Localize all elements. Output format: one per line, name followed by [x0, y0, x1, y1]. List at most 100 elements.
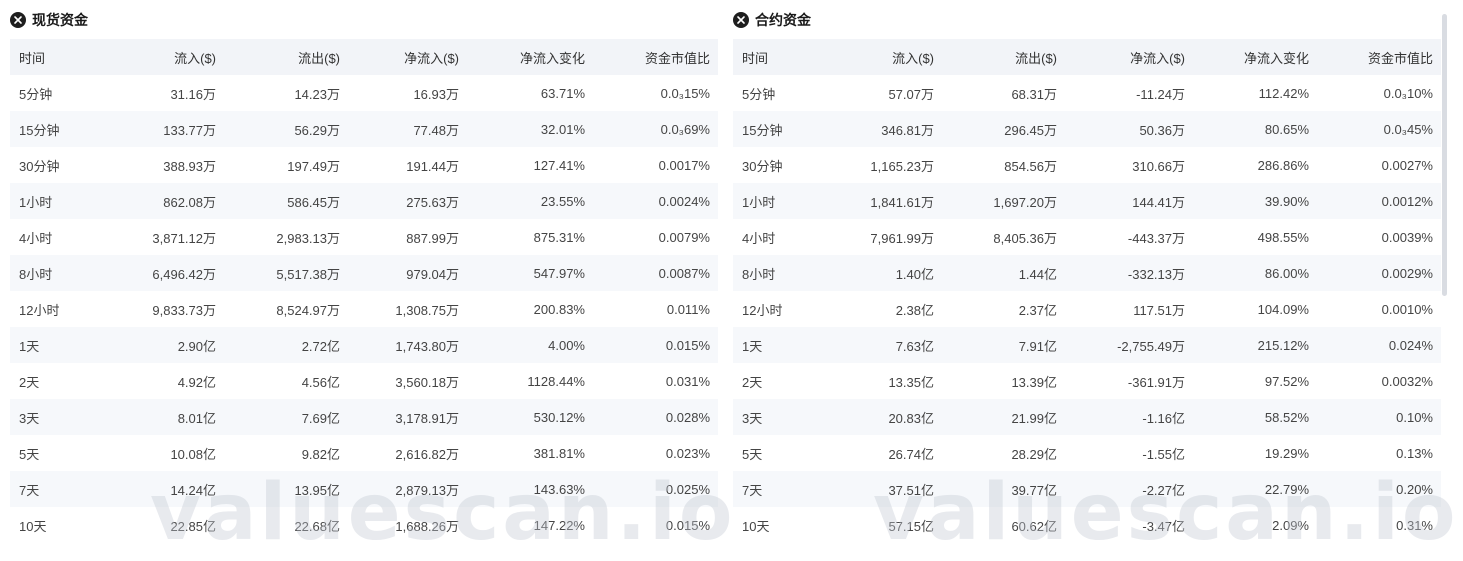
market-cap-ratio-cell: 0.0017% [658, 157, 710, 173]
net-inflow-cell: 1,308.75万 [395, 302, 459, 318]
outflow-cell: 586.45万 [287, 194, 340, 210]
time-cell: 1天 [742, 338, 763, 354]
inflow-cell: 862.08万 [163, 194, 216, 210]
close-circle-icon[interactable] [733, 12, 749, 28]
time-cell: 4小时 [742, 230, 776, 246]
market-cap-ratio-cell: 0.13% [1396, 445, 1433, 461]
net-inflow-cell: -11.24万 [1136, 86, 1185, 102]
market-cap-ratio-cell: 0.0₃45% [1383, 121, 1433, 137]
time-cell: 5天 [742, 446, 763, 462]
inflow-cell: 346.81万 [881, 122, 934, 138]
net-change-cell: 63.71% [540, 85, 585, 101]
table-row: 5分钟 31.16万 14.23万 16.93万 63.71% 0.0₃15% [10, 75, 718, 111]
net-change-cell: 875.31% [533, 229, 585, 245]
market-cap-ratio-cell: 0.0027% [1381, 157, 1433, 173]
inflow-cell: 57.15亿 [888, 518, 934, 534]
net-change-cell: 58.52% [1264, 409, 1309, 425]
outflow-cell: 21.99亿 [1011, 410, 1057, 426]
market-cap-ratio-cell: 0.0079% [658, 229, 710, 245]
outflow-cell: 2.72亿 [301, 338, 340, 354]
market-cap-ratio-cell: 0.0087% [658, 265, 710, 281]
market-cap-ratio-cell: 0.31% [1396, 517, 1433, 533]
inflow-cell: 22.85亿 [170, 518, 216, 534]
time-cell: 5分钟 [742, 86, 776, 102]
inflow-cell: 31.16万 [170, 86, 216, 102]
market-cap-ratio-cell: 0.0010% [1381, 301, 1433, 317]
time-cell: 12小时 [742, 302, 783, 318]
spot-funds-panel: 现货资金 时间 流入($) 流出($) 净流入($) 净流入变化 资金市值比 5分钟 31.… [10, 8, 718, 543]
market-cap-ratio-cell: 0.015% [665, 517, 710, 533]
net-change-cell: 86.00% [1264, 265, 1309, 281]
spot-panel-title: 现货资金 [32, 12, 88, 28]
table-row: 1小时 862.08万 586.45万 275.63万 23.55% 0.0024% [10, 183, 718, 219]
time-cell: 1小时 [742, 194, 776, 210]
outflow-cell: 1,697.20万 [993, 194, 1057, 210]
table-row: 4小时 3,871.12万 2,983.13万 887.99万 875.31% 0.007… [10, 219, 718, 255]
time-cell: 3天 [19, 410, 40, 426]
net-change-cell: 19.29% [1264, 445, 1309, 461]
time-cell: 5分钟 [19, 86, 53, 102]
market-cap-ratio-cell: 0.0₃69% [660, 121, 710, 137]
table-row: 1天 2.90亿 2.72亿 1,743.80万 4.00% 0.015% [10, 327, 718, 363]
inflow-cell: 37.51亿 [888, 482, 934, 498]
inflow-cell: 4.92亿 [177, 374, 216, 390]
table-row: 15分钟 133.77万 56.29万 77.48万 32.01% 0.0₃69% [10, 111, 718, 147]
net-change-cell: 80.65% [1264, 121, 1309, 137]
time-cell: 8小时 [742, 266, 776, 282]
inflow-cell: 7,961.99万 [870, 230, 934, 246]
table-row: 7天 14.24亿 13.95亿 2,879.13万 143.63% 0.025% [10, 471, 718, 507]
inflow-cell: 14.24亿 [170, 482, 216, 498]
outflow-cell: 2,983.13万 [276, 230, 340, 246]
net-inflow-cell: 1,743.80万 [395, 338, 459, 354]
vertical-scrollbar[interactable] [1442, 14, 1447, 296]
net-inflow-cell: 3,560.18万 [395, 374, 459, 390]
inflow-cell: 2.90亿 [177, 338, 216, 354]
column-header: 时间 [19, 50, 46, 66]
net-inflow-cell: 77.48万 [413, 122, 459, 138]
inflow-cell: 1,165.23万 [870, 158, 934, 174]
table-header-row: 时间 流入($) 流出($) 净流入($) 净流入变化 资金市值比 [10, 39, 718, 75]
net-inflow-cell: -1.16亿 [1142, 410, 1185, 426]
inflow-cell: 13.35亿 [888, 374, 934, 390]
net-inflow-cell: -361.91万 [1127, 374, 1185, 390]
net-change-cell: 2.09% [1272, 517, 1309, 533]
table-row: 1小时 1,841.61万 1,697.20万 144.41万 39.90% 0.0012… [733, 183, 1441, 219]
net-change-cell: 104.09% [1257, 301, 1309, 317]
inflow-cell: 26.74亿 [888, 446, 934, 462]
market-cap-ratio-cell: 0.011% [666, 301, 710, 317]
table-row: 1天 7.63亿 7.91亿 -2,755.49万 215.12% 0.024% [733, 327, 1441, 363]
table-row: 30分钟 388.93万 197.49万 191.44万 127.41% 0.0017% [10, 147, 718, 183]
inflow-cell: 57.07万 [888, 86, 934, 102]
column-header: 净流入($) [1130, 50, 1185, 66]
market-cap-ratio-cell: 0.031% [665, 373, 710, 389]
market-cap-ratio-cell: 0.023% [665, 445, 710, 461]
time-cell: 15分钟 [19, 122, 60, 138]
outflow-cell: 13.95亿 [294, 482, 340, 498]
net-inflow-cell: 3,178.91万 [395, 410, 459, 426]
table-row: 2天 4.92亿 4.56亿 3,560.18万 1128.44% 0.031% [10, 363, 718, 399]
net-inflow-cell: -3.47亿 [1142, 518, 1185, 534]
net-inflow-cell: -1.55亿 [1142, 446, 1185, 462]
time-cell: 10天 [742, 518, 770, 534]
market-cap-ratio-cell: 0.0₃15% [660, 85, 710, 101]
table-row: 5天 26.74亿 28.29亿 -1.55亿 19.29% 0.13% [733, 435, 1441, 471]
net-inflow-cell: 16.93万 [413, 86, 459, 102]
close-circle-icon[interactable] [10, 12, 26, 28]
time-cell: 4小时 [19, 230, 53, 246]
column-header: 净流入变化 [519, 50, 585, 66]
outflow-cell: 13.39亿 [1011, 374, 1057, 390]
time-cell: 3天 [742, 410, 763, 426]
table-row: 5分钟 57.07万 68.31万 -11.24万 112.42% 0.0₃10% [733, 75, 1441, 111]
time-cell: 7天 [742, 482, 763, 498]
inflow-cell: 6,496.42万 [152, 266, 216, 282]
net-inflow-cell: 144.41万 [1132, 194, 1185, 210]
net-change-cell: 22.79% [1264, 481, 1309, 497]
table-row: 3天 8.01亿 7.69亿 3,178.91万 530.12% 0.028% [10, 399, 718, 435]
inflow-cell: 20.83亿 [888, 410, 934, 426]
column-header: 净流入变化 [1243, 50, 1309, 66]
net-inflow-cell: 2,879.13万 [395, 482, 459, 498]
inflow-cell: 7.63亿 [895, 338, 934, 354]
contract-funds-panel: 合约资金 时间 流入($) 流出($) 净流入($) 净流入变化 资金市值比 5分钟 57.… [733, 8, 1441, 543]
net-change-cell: 147.22% [533, 517, 585, 533]
net-change-cell: 39.90% [1264, 193, 1309, 209]
